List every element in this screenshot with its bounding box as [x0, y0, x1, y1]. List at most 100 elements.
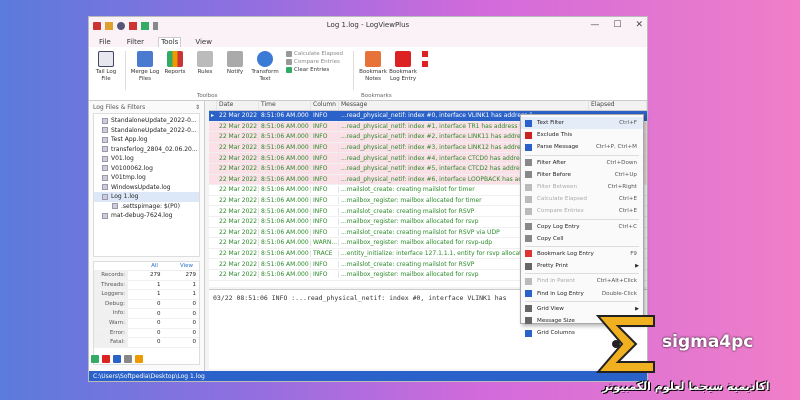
menu-tools[interactable]: Tools	[158, 37, 182, 47]
status-bar: C:\Users\Softpedia\Desktop\Log 1.log	[89, 371, 647, 381]
menu-item[interactable]: Filter Before Ctrl+Up	[521, 169, 643, 181]
menu-item[interactable]: Copy Log Entry Ctrl+C	[521, 221, 643, 233]
file-icon	[102, 165, 108, 172]
menu-item-icon	[525, 317, 532, 325]
file-tree: StandaloneUpdate_2022-0... StandaloneUpda…	[93, 113, 200, 257]
prev-bookmark-icon[interactable]	[422, 51, 429, 57]
watermark: sigma4pc اكاديمية سيجما لعلوم الكمبيوتر	[572, 304, 800, 400]
menu-filter[interactable]: Filter	[125, 38, 146, 47]
log-files-header: Log Files & Filters ⇕	[93, 104, 200, 111]
menu-item[interactable]: Exclude This	[521, 129, 643, 141]
title-bar: Log 1.log - LogViewPlus — ☐ ✕	[89, 17, 647, 35]
file-icon	[102, 117, 108, 124]
grid-header: Date Time Column Message Elapsed	[209, 101, 647, 111]
stats-row: Debug: 0 0	[94, 299, 199, 310]
menu-item[interactable]: Filter Between Ctrl+Right	[521, 181, 643, 193]
close-button[interactable]: ✕	[635, 20, 643, 30]
sigma-icon[interactable]	[91, 355, 99, 363]
menu-item[interactable]: Pretty Print ▶	[521, 260, 643, 272]
menu-item-icon	[525, 235, 532, 243]
menu-item[interactable]: Find in Parent Ctrl+Alt+Click	[521, 275, 643, 287]
toolbox-small-buttons: Calculate Elapsed Compare Entries Clear …	[286, 51, 343, 100]
reports-button[interactable]: Reports	[160, 51, 190, 100]
stats-row: Fatal: 0 0	[94, 338, 199, 348]
stats-col-all[interactable]: All	[151, 263, 158, 269]
tree-item[interactable]: V01.log	[94, 154, 199, 164]
swap-icon[interactable]	[124, 355, 132, 363]
pin-icon[interactable]: ⇕	[195, 104, 200, 111]
bookmark-log-entry-button[interactable]: Bookmark Log Entry	[388, 51, 418, 100]
menu-item-icon	[525, 305, 532, 313]
tree-item[interactable]: .settspimage: $(P0)	[94, 202, 199, 212]
bookmark-small-icon[interactable]	[102, 355, 110, 363]
menu-item-icon	[525, 159, 532, 167]
menu-item[interactable]: Find in Log Entry Double-Click	[521, 287, 643, 299]
maximize-button[interactable]: ☐	[613, 20, 621, 30]
merge-logs-button[interactable]: Merge Log Files	[130, 51, 160, 100]
tree-item[interactable]: StandaloneUpdate_2022-0...	[94, 116, 199, 126]
file-icon	[102, 146, 108, 153]
menu-item-icon	[525, 195, 532, 203]
menu-file[interactable]: File	[97, 38, 113, 47]
file-icon	[102, 193, 108, 200]
calculate-elapsed-button[interactable]: Calculate Elapsed	[286, 51, 343, 57]
rules-icon	[197, 51, 213, 67]
menu-item[interactable]: Compare Entries Ctrl+E	[521, 205, 643, 217]
stats-row: Info: 0 0	[94, 309, 199, 319]
menu-item[interactable]: Calculate Elapsed Ctrl+E	[521, 193, 643, 205]
stats-col-view[interactable]: View	[180, 263, 193, 269]
compare-entries-button[interactable]: Compare Entries	[286, 59, 343, 65]
menu-item-icon	[525, 119, 532, 127]
menu-bar: File Filter Tools View	[89, 35, 647, 47]
menu-item[interactable]: Parse Message Ctrl+P, Ctrl+M	[521, 141, 643, 153]
col-date[interactable]: Date	[217, 101, 259, 110]
col-time[interactable]: Time	[259, 101, 311, 110]
menu-item-icon	[525, 223, 532, 231]
submenu-arrow-icon: ▶	[635, 263, 639, 270]
menu-item-icon	[525, 131, 532, 139]
menu-item-icon	[525, 290, 532, 298]
minimize-button[interactable]: —	[590, 20, 599, 30]
check-icon[interactable]	[113, 355, 121, 363]
notify-button[interactable]: Notify	[220, 51, 250, 100]
ribbon: Tail Log File Merge Log Files Reports Ru…	[89, 47, 647, 101]
tree-item[interactable]: WindowsUpdate.log	[94, 183, 199, 193]
menu-view[interactable]: View	[193, 38, 214, 47]
megaphone-icon	[227, 51, 243, 67]
col-column[interactable]: Column	[311, 101, 339, 110]
file-icon	[102, 127, 108, 134]
tree-item[interactable]: Test App.log	[94, 135, 199, 145]
group-bookmarks: Bookmarks	[361, 93, 392, 99]
menu-item[interactable]: Bookmark Log Entry F9	[521, 248, 643, 260]
tree-item[interactable]: mat-debug-7624.log	[94, 211, 199, 221]
clear-icon	[286, 67, 292, 73]
file-icon	[112, 203, 118, 210]
tree-item[interactable]: transferlog_2804_02.06.20...	[94, 145, 199, 155]
bookmark-icon	[395, 51, 412, 67]
chart-icon	[167, 51, 183, 67]
transform-text-button[interactable]: Transform Text	[250, 51, 280, 100]
edit-icon[interactable]	[135, 355, 143, 363]
clear-entries-button[interactable]: Clear Entries	[286, 67, 343, 73]
context-menu: Text Filter Ctrl+F Exclude This Parse Messa…	[520, 114, 644, 337]
tree-item[interactable]: Log 1.log	[94, 192, 199, 202]
menu-item-icon	[525, 143, 532, 151]
menu-item-icon	[525, 262, 532, 270]
next-bookmark-icon[interactable]	[422, 61, 429, 67]
stats-table: All View Records: 279 279 Threads: 1 1 Loggers:…	[93, 261, 200, 365]
menu-item[interactable]: Text Filter Ctrl+F	[521, 117, 643, 130]
menu-item[interactable]: Copy Cell	[521, 233, 643, 245]
tree-item[interactable]: StandaloneUpdate_2022-0...	[94, 126, 199, 136]
clock-icon	[286, 51, 292, 57]
transform-icon	[257, 51, 273, 67]
tree-item[interactable]: V01tmp.log	[94, 173, 199, 183]
menu-item-icon	[525, 277, 532, 285]
left-toolbar	[91, 355, 143, 363]
merge-icon	[137, 51, 153, 67]
tree-item[interactable]: V0100062.log	[94, 164, 199, 174]
menu-item[interactable]: Filter After Ctrl+Down	[521, 157, 643, 169]
col-elapsed[interactable]: Elapsed	[589, 101, 647, 110]
bookmark-notes-icon	[365, 51, 382, 67]
tail-log-button[interactable]: Tail Log File	[91, 51, 121, 100]
col-message[interactable]: Message	[339, 101, 589, 110]
